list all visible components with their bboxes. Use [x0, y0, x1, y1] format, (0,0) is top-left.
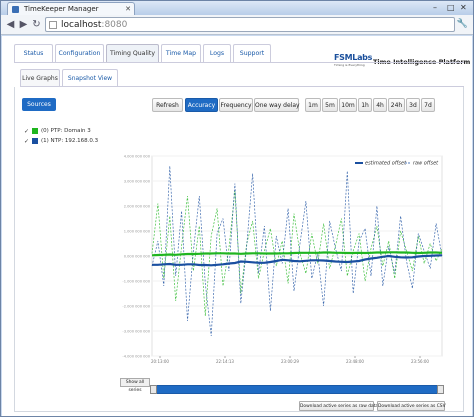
range-24h-button[interactable]: 24h — [388, 98, 405, 112]
back-icon[interactable]: ◀ — [4, 18, 17, 31]
x-tick-label: 23:56:00 — [411, 359, 429, 364]
tab-logs[interactable]: Logs — [203, 44, 231, 62]
accuracy-button[interactable]: Accuracy — [185, 98, 218, 112]
range-4h-button[interactable]: 4h — [373, 98, 387, 112]
y-tick-label: 2.000 000 000 — [124, 205, 151, 209]
browser-tab[interactable]: TimeKeeper Manager ✕ — [7, 2, 135, 15]
close-tab-icon[interactable]: ✕ — [125, 3, 131, 15]
one-way-delay-button[interactable]: One way delay — [254, 98, 300, 112]
y-tick-label: 4.000 000 000 — [124, 155, 151, 159]
tab-configuration[interactable]: Configuration — [55, 44, 104, 62]
slider-start-handle[interactable] — [150, 385, 157, 394]
browser-window: TimeKeeper Manager ✕ – □ ✕ ◀ ▶ ↻ localho… — [0, 0, 474, 417]
source-list: ✓ (0) PTP: Domain 3 ✓ (1) NTP: 192.168.0… — [24, 126, 98, 146]
check-icon[interactable]: ✓ — [24, 137, 29, 147]
tab-snapshot-view[interactable]: Snapshot View — [62, 69, 118, 86]
forward-icon[interactable]: ▶ — [17, 18, 30, 31]
address-bar[interactable]: localhost:8080 — [45, 17, 455, 32]
logo-subtitle: Timing is Everything — [334, 63, 365, 67]
range-3d-button[interactable]: 3d — [406, 98, 420, 112]
source-item-ntp[interactable]: ✓ (1) NTP: 192.168.0.3 — [24, 136, 98, 146]
y-tick-label: 1.000 000 000 — [124, 230, 151, 234]
tab-timing-quality[interactable]: Timing Quality — [106, 44, 159, 62]
tab-title: TimeKeeper Manager — [24, 5, 99, 13]
frequency-button[interactable]: Frequency — [219, 98, 253, 112]
title-bar: TimeKeeper Manager ✕ – □ ✕ — [1, 1, 473, 15]
close-window-icon[interactable]: ✕ — [460, 2, 467, 13]
range-7d-button[interactable]: 7d — [421, 98, 435, 112]
tab-divider — [14, 62, 464, 63]
x-tick-label: 23:00:29 — [281, 359, 299, 364]
url-host: localhost — [61, 20, 102, 30]
range-10m-button[interactable]: 10m — [339, 98, 357, 112]
maximize-icon[interactable]: □ — [447, 2, 455, 13]
url-port: :8080 — [101, 20, 128, 30]
source-item-ptp[interactable]: ✓ (0) PTP: Domain 3 — [24, 126, 98, 136]
nav-bar: ◀ ▶ ↻ localhost:8080 🔧 — [1, 15, 473, 35]
page-icon — [49, 21, 57, 29]
tab-live-graphs[interactable]: Live Graphs — [20, 69, 60, 86]
offset-chart: 4.000 000 000 3.000 000 000 2.000 000 000 1… — [122, 155, 443, 364]
minimize-icon[interactable]: – — [433, 2, 437, 13]
range-1m-button[interactable]: 1m — [305, 98, 321, 112]
y-tick-label: -2.000 000 000 — [122, 305, 150, 309]
show-all-button[interactable]: Show all series — [120, 378, 150, 393]
tab-status[interactable]: Status — [14, 44, 53, 62]
range-1h-button[interactable]: 1h — [358, 98, 372, 112]
ptp-color-swatch — [32, 128, 38, 134]
favicon-icon — [12, 6, 19, 13]
y-tick-label: -1.000 000 000 — [122, 280, 150, 284]
x-tick-label: 20:13:00 — [151, 359, 169, 364]
y-tick-label: 0.000 000 000 — [124, 255, 151, 259]
page-content: FSMLabs Timing is Everything Time Intell… — [2, 36, 472, 416]
range-slider[interactable] — [150, 385, 444, 394]
slider-end-handle[interactable] — [437, 385, 444, 394]
sources-button[interactable]: Sources — [22, 98, 56, 111]
logo-text: FSMLabs — [334, 53, 373, 62]
tab-support[interactable]: Support — [233, 44, 271, 62]
fsmlabs-logo: FSMLabs Timing is Everything — [334, 50, 373, 70]
wrench-icon[interactable]: 🔧 — [457, 19, 468, 29]
reload-icon[interactable]: ↻ — [30, 18, 43, 31]
refresh-button[interactable]: Refresh — [152, 98, 183, 112]
source-label: (0) PTP: Domain 3 — [41, 128, 91, 134]
legend-raw-label: raw offset — [413, 161, 439, 167]
range-5m-button[interactable]: 5m — [322, 98, 338, 112]
x-tick-label: 22:14:13 — [216, 359, 234, 364]
y-tick-label: -4.000 000 000 — [122, 355, 150, 359]
source-label: (1) NTP: 192.168.0.3 — [41, 138, 99, 144]
ntp-color-swatch — [32, 138, 38, 144]
x-tick-label: 23:48:00 — [346, 359, 364, 364]
tab-time-map[interactable]: Time Map — [161, 44, 201, 62]
y-tick-label: -3.000 000 000 — [122, 330, 150, 334]
download-csv-button[interactable]: Download active series as CSV — [377, 401, 446, 411]
legend-estimated-label: estimated offset — [365, 161, 407, 167]
download-raw-button[interactable]: Download active series as raw data — [299, 401, 378, 411]
y-tick-label: 3.000 000 000 — [124, 180, 151, 184]
